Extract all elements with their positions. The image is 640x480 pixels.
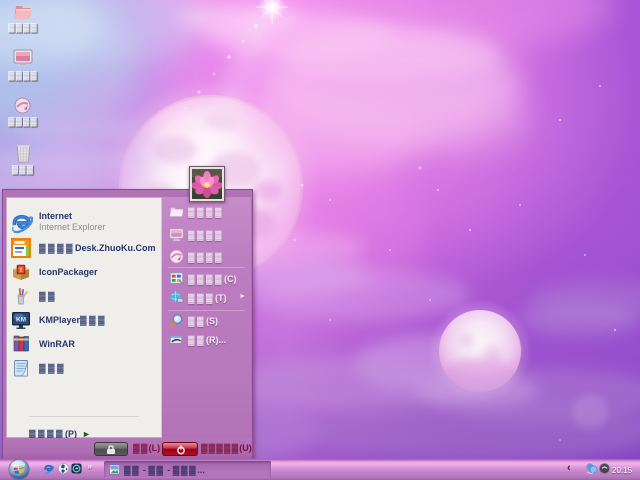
svg-text:KM: KM (16, 317, 26, 324)
svg-text:!: ! (20, 268, 22, 274)
